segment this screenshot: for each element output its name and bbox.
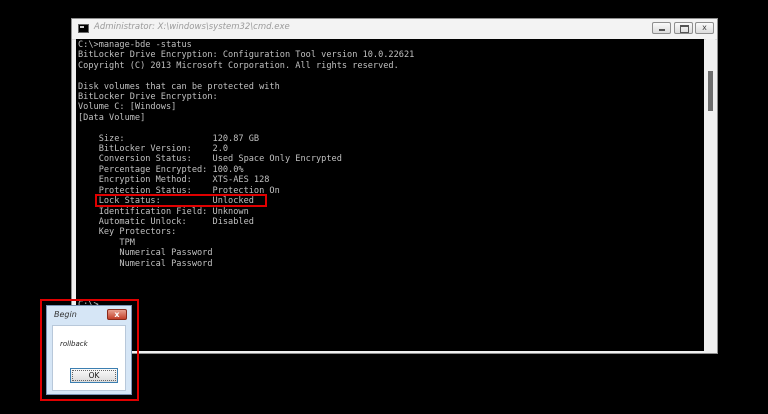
lock-status-highlight-box xyxy=(95,194,267,207)
scrollbar-thumb[interactable] xyxy=(708,71,713,111)
dialog-body: rollback OK xyxy=(52,325,126,391)
console-app-icon xyxy=(78,24,89,33)
title-bar[interactable]: Administrator: X:\windows\system32\cmd.e… xyxy=(72,19,717,40)
ok-button[interactable]: OK xyxy=(70,368,118,383)
dialog-close-button[interactable]: x xyxy=(107,309,127,320)
console-text: C:\>manage-bde -status BitLocker Drive E… xyxy=(78,40,415,310)
maximize-button[interactable] xyxy=(674,22,693,34)
desktop: Administrator: X:\windows\system32\cmd.e… xyxy=(0,0,768,414)
cmd-window[interactable]: Administrator: X:\windows\system32\cmd.e… xyxy=(71,18,718,354)
minimize-button[interactable] xyxy=(652,22,671,34)
vertical-scrollbar[interactable] xyxy=(706,39,715,351)
dialog-title-bar[interactable]: Begin x xyxy=(47,306,131,324)
dialog-title: Begin xyxy=(54,310,77,319)
dialog-message: rollback xyxy=(60,340,88,348)
window-title: Administrator: X:\windows\system32\cmd.e… xyxy=(94,22,290,32)
begin-dialog[interactable]: Begin x rollback OK xyxy=(46,305,132,395)
close-button[interactable]: x xyxy=(695,22,714,34)
